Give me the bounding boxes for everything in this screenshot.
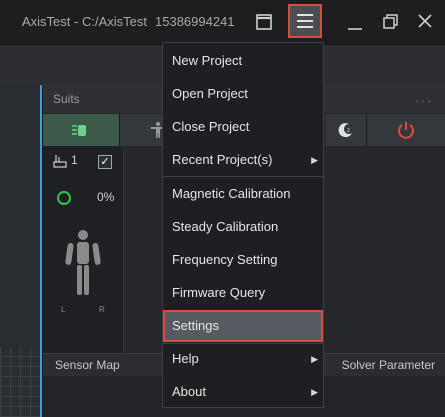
submenu-arrow-icon: ▶	[311, 155, 318, 165]
user-phone: 15386994241	[155, 14, 235, 29]
restore-icon	[383, 14, 398, 29]
tab-sleep[interactable]: z	[326, 114, 367, 146]
suits-panel-title: Suits	[53, 92, 80, 106]
menu-item-new-project[interactable]: New Project	[163, 45, 323, 77]
menu-item-label: Magnetic Calibration	[172, 186, 291, 201]
menu-item-label: Steady Calibration	[172, 219, 279, 234]
menu-item-label: Close Project	[172, 119, 250, 134]
avatar-right-label: R	[99, 305, 105, 314]
connection-status-icon	[57, 191, 71, 205]
power-icon	[367, 114, 445, 146]
main-menu: New Project Open Project Close Project R…	[162, 42, 324, 408]
menu-item-steady-calibration[interactable]: Steady Calibration	[163, 211, 323, 243]
menu-item-open-project[interactable]: Open Project	[163, 78, 323, 110]
minimize-button[interactable]	[340, 8, 370, 36]
menu-item-firmware-query[interactable]: Firmware Query	[163, 277, 323, 309]
suit-enable-checkbox[interactable]: ✓	[98, 155, 112, 169]
body-avatar-icon	[59, 229, 107, 304]
tab-power[interactable]	[367, 114, 445, 146]
close-icon	[418, 14, 432, 28]
menu-item-help[interactable]: Help ▶	[163, 343, 323, 375]
menu-divider	[163, 176, 323, 177]
menu-item-settings[interactable]: Settings	[163, 310, 323, 342]
svg-text:z: z	[347, 128, 350, 134]
window-title: AxisTest - C:/AxisTest	[22, 14, 147, 29]
suit-signal-icon	[53, 153, 69, 172]
minimize-icon	[348, 28, 362, 30]
menu-item-recent-projects[interactable]: Recent Project(s) ▶	[163, 144, 323, 176]
restore-button[interactable]	[376, 8, 406, 36]
suit-number: 1	[71, 153, 78, 167]
suit-card[interactable]: 1 ✓ 0% L R	[43, 147, 124, 353]
menu-item-label: Firmware Query	[172, 285, 266, 300]
menu-item-label: Recent Project(s)	[172, 152, 273, 167]
avatar-left-label: L	[61, 305, 66, 314]
sensor-icon	[43, 114, 119, 146]
submenu-arrow-icon: ▶	[311, 387, 318, 397]
menu-item-label: Settings	[172, 318, 219, 333]
panel-options-button[interactable]: ...	[415, 89, 433, 105]
title-bar: AxisTest - C:/AxisTest 15386994241	[0, 0, 445, 45]
main-menu-button[interactable]	[288, 4, 322, 38]
layout-icon[interactable]	[250, 8, 280, 36]
scene-viewport[interactable]	[0, 85, 42, 417]
submenu-arrow-icon: ▶	[311, 354, 318, 364]
menu-item-close-project[interactable]: Close Project	[163, 111, 323, 143]
menu-item-label: Open Project	[172, 86, 248, 101]
menu-item-magnetic-calibration[interactable]: Magnetic Calibration	[163, 178, 323, 210]
menu-item-label: Frequency Setting	[172, 252, 278, 267]
floor-grid	[0, 347, 40, 417]
sleep-icon: z	[326, 114, 366, 146]
tab-sensor[interactable]	[43, 114, 120, 146]
menu-item-label: New Project	[172, 53, 243, 68]
menu-item-label: About	[172, 384, 206, 399]
menu-item-label: Help	[172, 351, 199, 366]
menu-item-about[interactable]: About ▶	[163, 376, 323, 408]
suit-progress: 0%	[97, 190, 115, 204]
menu-item-frequency-setting[interactable]: Frequency Setting	[163, 244, 323, 276]
tab-sensor-map[interactable]: Sensor Map	[55, 358, 120, 372]
hamburger-icon	[297, 14, 313, 28]
close-button[interactable]	[410, 8, 440, 36]
tab-solver-parameter[interactable]: Solver Parameter	[342, 358, 435, 372]
